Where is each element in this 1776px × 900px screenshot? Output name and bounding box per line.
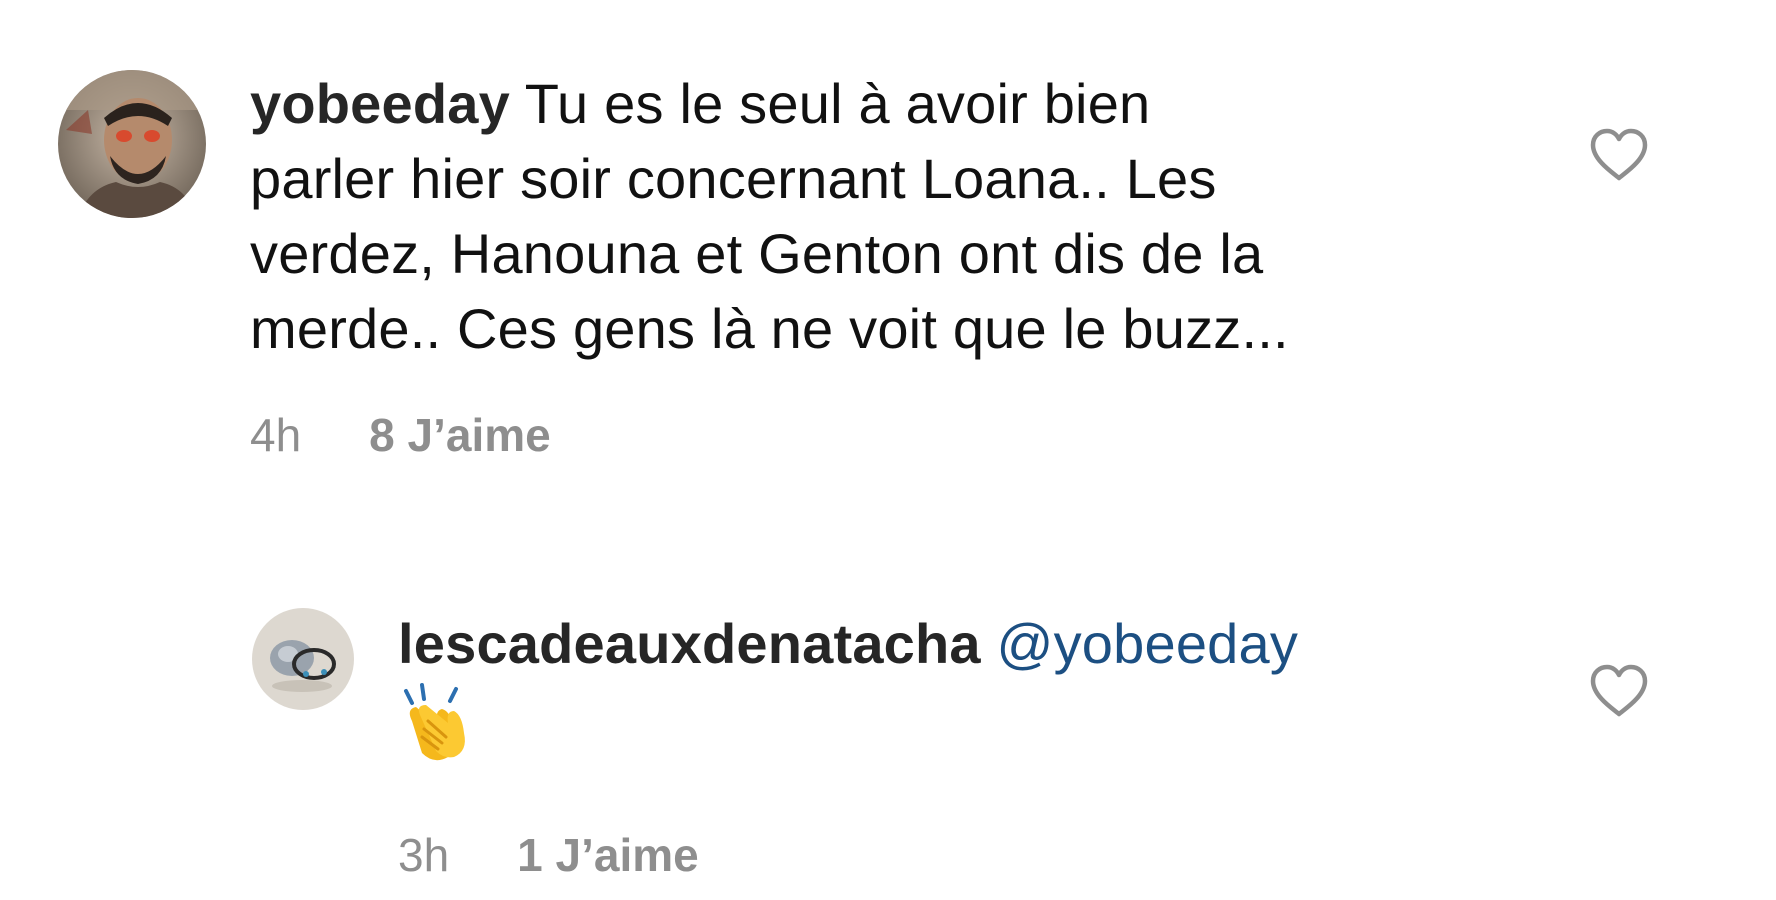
comment-username[interactable]: yobeeday	[250, 72, 510, 135]
comment-likes-count[interactable]: 8 J’aime	[369, 408, 551, 462]
heart-outline-icon[interactable]	[1589, 128, 1649, 182]
comment-text-line: verdez, Hanouna et Genton ont dis de la	[250, 222, 1264, 285]
comment-text-line: parler hier soir concernant Loana.. Les	[250, 147, 1217, 210]
mention-link[interactable]: @yobeeday	[997, 612, 1299, 675]
comment-time: 4h	[250, 409, 302, 461]
heart-outline-icon[interactable]	[1589, 664, 1649, 718]
avatar[interactable]	[252, 608, 354, 710]
comment-text-line: Tu es le seul à avoir bien	[524, 72, 1151, 135]
comment-text: lescadeauxdenatacha @yobeeday	[398, 606, 1548, 781]
comment-meta: 4h 8 J’aime	[250, 408, 551, 462]
comment-text: yobeeday Tu es le seul à avoir bien parl…	[250, 66, 1550, 366]
comment-reply-item: lescadeauxdenatacha @yobeeday 3h 1 J’aim…	[0, 470, 1776, 900]
avatar[interactable]	[58, 70, 206, 218]
comment-likes-count[interactable]: 1 J’aime	[517, 828, 699, 882]
comment-time: 3h	[398, 829, 450, 881]
comment-username[interactable]: lescadeauxdenatacha	[398, 612, 981, 675]
clapping-hands-emoji	[398, 681, 474, 781]
comment-meta: 3h 1 J’aime	[398, 828, 699, 882]
comment-text-line: merde.. Ces gens là ne voit que le buzz.…	[250, 297, 1289, 360]
comment-item: yobeeday Tu es le seul à avoir bien parl…	[0, 0, 1776, 470]
